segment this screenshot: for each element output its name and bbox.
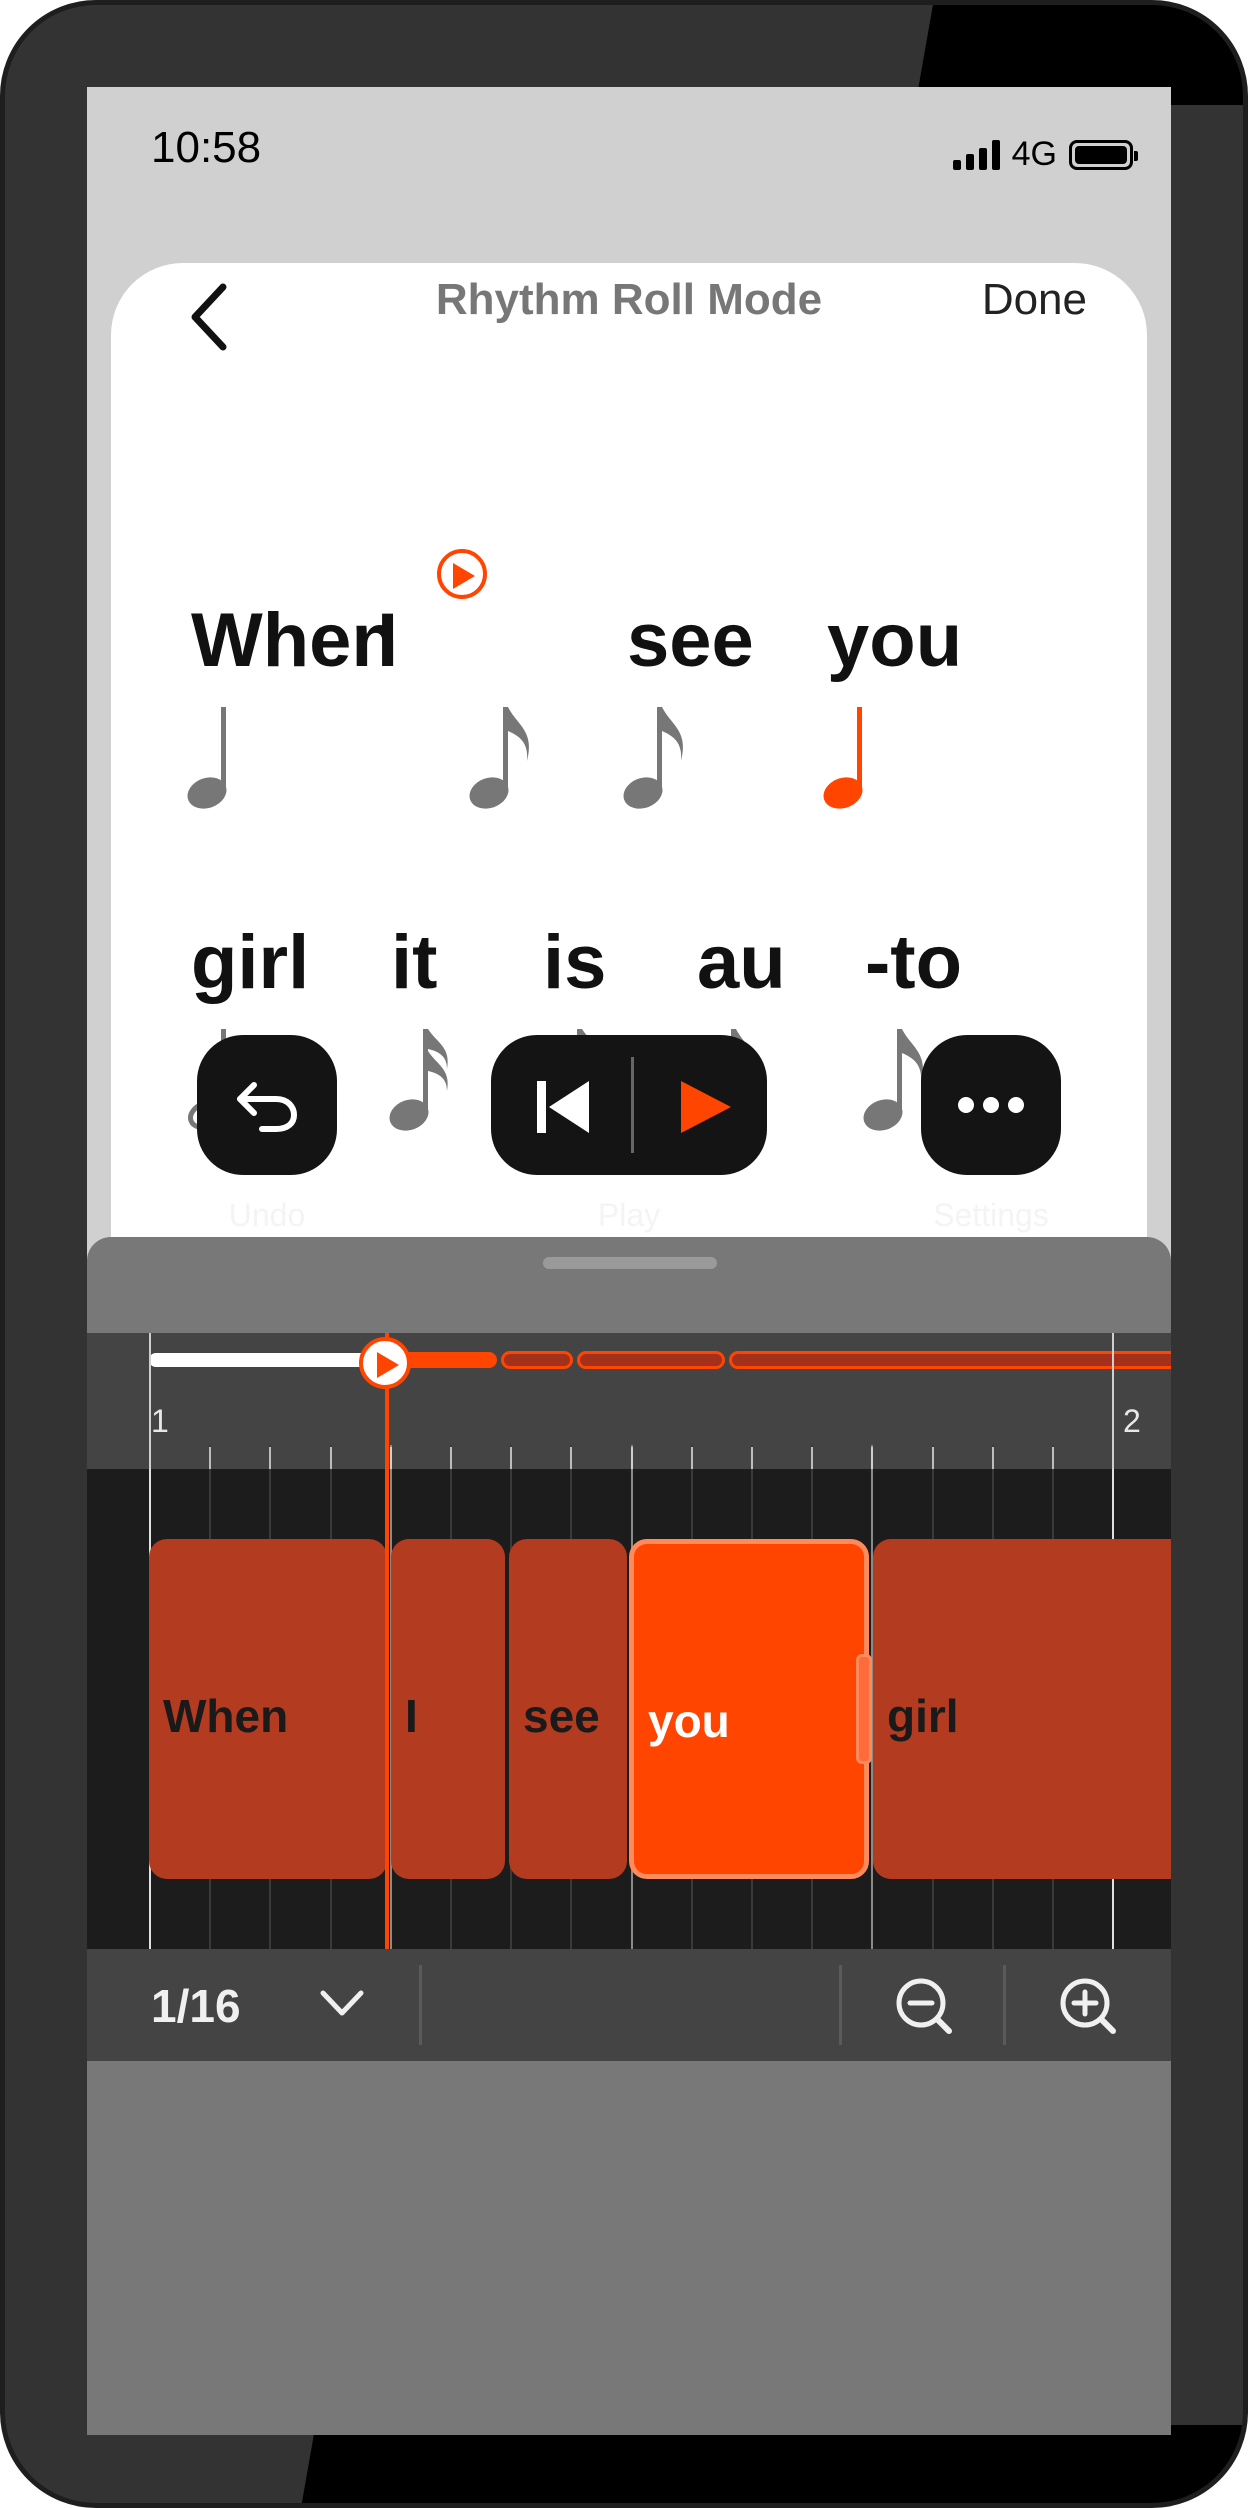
timeline-block[interactable]: When xyxy=(149,1539,387,1879)
quarter-note-icon xyxy=(187,707,227,809)
zoom-in-icon[interactable] xyxy=(1057,1975,1119,2037)
settings-button[interactable] xyxy=(921,1035,1061,1175)
phone-frame: 10:58 4G Rhythm Roll Mode Done When I se… xyxy=(0,0,1248,2508)
play-label: Play xyxy=(597,1197,661,1233)
divider xyxy=(839,1965,842,2045)
lyric-word[interactable]: you xyxy=(827,597,962,684)
ruler-tick xyxy=(1112,1333,1114,1469)
zoom-out-icon[interactable] xyxy=(893,1975,955,2037)
done-button[interactable]: Done xyxy=(982,275,1087,325)
lyric-word[interactable]: I xyxy=(377,597,398,684)
playhead-line[interactable] xyxy=(385,1333,389,1949)
lyric-word[interactable]: When xyxy=(191,597,398,684)
status-indicators: 4G xyxy=(952,135,1138,174)
timeline-controls: 1/16 xyxy=(87,1949,1171,2061)
sheet-drag-handle[interactable] xyxy=(543,1257,717,1269)
more-icon xyxy=(958,1097,1024,1113)
ruler-tick xyxy=(450,1447,452,1469)
play-icon[interactable] xyxy=(675,1077,735,1137)
ruler-tick xyxy=(209,1447,211,1469)
ruler-tick xyxy=(510,1447,512,1469)
block-label: I xyxy=(405,1690,418,1742)
sixteenth-note-icon xyxy=(389,1029,448,1131)
resize-handle[interactable] xyxy=(856,1654,872,1764)
eighth-note-icon xyxy=(623,707,683,809)
progress-segment xyxy=(729,1351,1171,1369)
battery-icon xyxy=(1069,139,1138,170)
lyric-word[interactable]: girl xyxy=(191,919,309,1006)
undo-label: Undo xyxy=(228,1197,306,1233)
chevron-down-icon[interactable] xyxy=(317,1983,367,2023)
block-label: girl xyxy=(887,1690,959,1742)
ruler-tick xyxy=(751,1447,753,1469)
timeline-block[interactable]: I xyxy=(391,1539,505,1879)
undo-button[interactable] xyxy=(197,1035,337,1175)
skip-back-icon[interactable] xyxy=(533,1077,593,1137)
screen: 10:58 4G Rhythm Roll Mode Done When I se… xyxy=(87,87,1171,2435)
editor-sheet: 1 2 When I see you girl 1/16 xyxy=(87,1237,1171,2435)
lyric-word[interactable]: -to xyxy=(865,919,962,1006)
ruler-tick xyxy=(932,1447,934,1469)
eighth-note-icon xyxy=(469,707,529,809)
divider xyxy=(419,1965,422,2045)
divider xyxy=(631,1057,634,1153)
ruler-tick xyxy=(871,1447,873,1469)
block-label: you xyxy=(648,1695,730,1747)
playhead-knob[interactable] xyxy=(359,1337,411,1389)
divider xyxy=(1003,1965,1006,2045)
ruler-tick xyxy=(811,1447,813,1469)
ruler-tick xyxy=(691,1447,693,1469)
ruler-tick xyxy=(390,1447,392,1469)
lyric-word[interactable]: it xyxy=(391,919,437,1006)
grid-value[interactable]: 1/16 xyxy=(151,1979,241,2033)
status-time: 10:58 xyxy=(151,123,262,172)
block-label: see xyxy=(523,1690,600,1742)
signal-icon xyxy=(952,139,1000,170)
ruler-tick xyxy=(1052,1447,1054,1469)
ruler-tick xyxy=(330,1447,332,1469)
timeline-block[interactable]: see xyxy=(509,1539,627,1879)
ruler-tick xyxy=(992,1447,994,1469)
ruler-tick xyxy=(269,1447,271,1469)
measure-number: 1 xyxy=(151,1403,169,1439)
quarter-note-active-icon xyxy=(823,707,863,809)
network-type: 4G xyxy=(1011,135,1057,173)
lyric-word[interactable]: au xyxy=(697,919,786,1006)
timeline-block-selected[interactable]: you xyxy=(629,1539,872,1879)
play-position-icon[interactable] xyxy=(437,549,487,599)
progress-segment xyxy=(577,1351,725,1369)
play-controls xyxy=(491,1035,767,1175)
ruler-tick xyxy=(631,1447,633,1469)
ruler-tick xyxy=(570,1447,572,1469)
block-label: When xyxy=(163,1690,289,1742)
frame-highlight xyxy=(294,2425,1243,2503)
undo-icon xyxy=(237,1082,298,1132)
lyric-word[interactable]: see xyxy=(627,597,754,684)
lyric-word[interactable]: is xyxy=(543,919,606,1006)
measure-number: 2 xyxy=(1123,1403,1141,1439)
progress-played xyxy=(149,1353,389,1367)
progress-segment xyxy=(501,1351,573,1369)
timeline-block[interactable]: girl xyxy=(873,1539,1171,1879)
ruler-tick xyxy=(149,1333,151,1469)
settings-label: Settings xyxy=(933,1197,1049,1233)
